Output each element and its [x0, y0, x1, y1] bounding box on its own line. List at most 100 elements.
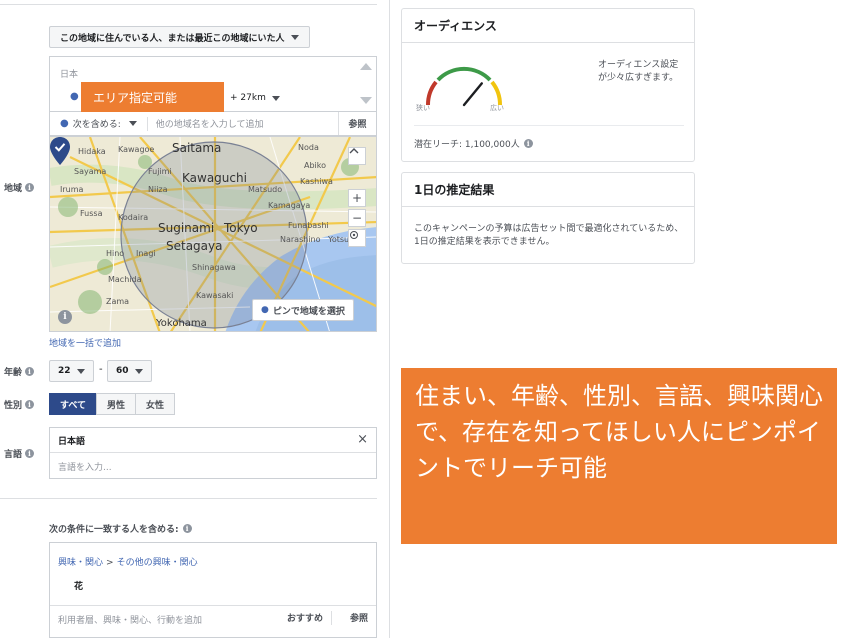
map-label: Iruma	[60, 185, 84, 194]
map-collapse-button[interactable]	[348, 147, 366, 165]
location-search-input[interactable]: 他の地域名を入力して追加	[156, 117, 338, 130]
map-label: Kodaira	[118, 213, 149, 222]
gender-label-text: 性別	[4, 401, 23, 411]
language-selected: 日本語	[58, 437, 86, 447]
zoom-in-button[interactable]: +	[348, 189, 366, 207]
audience-note: オーディエンス設定が少々広すぎます。	[598, 60, 679, 83]
location-label: 地域 i	[4, 181, 35, 194]
map-label: Yotsu	[328, 235, 350, 244]
targeting-panel: この地域に住んでいる人、または最近この地域にいた人 地域 i 日本 ● + 27…	[0, 0, 390, 638]
audience-card: オーディエンス 狭い 広い オーディエンス設定が少々広すぎます。 潜在リーチ: …	[401, 8, 695, 162]
map-label: Fujimi	[148, 167, 172, 176]
gender-female-button[interactable]: 女性	[135, 393, 176, 415]
breadcrumb-item[interactable]: その他の興味・関心	[117, 558, 198, 568]
daily-results-text: このキャンペーンの予算は広告セット間で最適化されているため、1日の推定結果を表示…	[414, 224, 684, 247]
map-label: Inagi	[136, 249, 156, 258]
gender-male-button[interactable]: 男性	[96, 393, 137, 415]
language-input[interactable]: 言語を入力...	[58, 460, 112, 473]
map-label: Niiza	[148, 185, 168, 194]
location-browse-button[interactable]: 参照	[338, 112, 376, 135]
location-country: 日本	[60, 70, 79, 80]
map-label: Tokyo	[224, 221, 258, 235]
audience-title: オーディエンス	[402, 9, 694, 43]
divider	[414, 125, 684, 126]
gauge-wide-label: 広い	[490, 104, 504, 112]
recommend-button[interactable]: おすすめ	[287, 611, 332, 625]
info-icon[interactable]: i	[25, 400, 35, 409]
summary-callout: 住まい、年齢、性別、言語、興味関心で、存在を知ってほしい人にピンポイントでリーチ…	[401, 368, 837, 544]
location-include-row: ● 次を含める: 他の地域名を入力して追加 参照	[49, 112, 377, 136]
map-label: Matsudo	[248, 185, 283, 194]
info-icon[interactable]: i	[25, 183, 35, 192]
scroll-up-icon[interactable]	[360, 63, 372, 70]
radius-dropdown[interactable]: + 27km	[230, 93, 280, 103]
section-divider	[0, 498, 377, 499]
location-type-label: この地域に住んでいる人、または最近この地域にいた人	[60, 33, 285, 44]
info-icon[interactable]: i	[182, 524, 192, 533]
top-divider	[0, 4, 377, 5]
interest-breadcrumb: 興味・関心 > その他の興味・関心	[58, 555, 198, 568]
map-label: Kawasaki	[196, 291, 234, 300]
gender-all-button[interactable]: すべて	[49, 393, 98, 415]
gender-label: 性別 i	[4, 398, 35, 411]
interest-search-input[interactable]: 利用者層、興味・関心、行動を追加	[58, 613, 202, 626]
close-icon[interactable]: ×	[357, 432, 368, 447]
map-label: Kawagoe	[118, 145, 155, 154]
breadcrumb-item[interactable]: 興味・関心	[58, 558, 103, 568]
map-label: Saitama	[172, 141, 222, 155]
age-min-dropdown[interactable]: 22	[49, 360, 94, 382]
map-label: Hino	[106, 249, 125, 258]
pin-icon: ●	[70, 91, 79, 102]
gauge-narrow-label: 狭い	[416, 104, 430, 112]
zoom-out-button[interactable]: −	[348, 209, 366, 227]
chevron-down-icon	[290, 34, 299, 40]
location-label-text: 地域	[4, 184, 23, 194]
map-label: Abiko	[304, 161, 327, 170]
map-label: Narashino	[280, 235, 321, 244]
scroll-down-icon[interactable]	[360, 97, 372, 104]
info-icon[interactable]: i	[25, 449, 35, 458]
chevron-down-icon	[271, 95, 280, 101]
language-box: 日本語 × 言語を入力...	[49, 427, 377, 479]
potential-reach-text: 潜在リーチ: 1,100,000人	[414, 140, 520, 150]
location-map[interactable]: Hidaka Kawagoe Saitama Noda Sayama Fujim…	[49, 136, 377, 332]
include-dropdown-label[interactable]: 次を含める:	[73, 117, 121, 130]
age-label: 年齢 i	[4, 365, 35, 378]
interest-box: 興味・関心 > その他の興味・関心 花 利用者層、興味・関心、行動を追加 おすすめ …	[49, 542, 377, 638]
column-divider	[389, 0, 390, 638]
detailed-targeting-label-text: 次の条件に一致する人を含める:	[49, 525, 179, 535]
map-info-icon[interactable]: i	[58, 310, 72, 324]
age-max-value: 60	[116, 366, 129, 376]
language-label: 言語 i	[4, 447, 35, 460]
chevron-down-icon	[76, 368, 85, 374]
gender-toggle-group: すべて 男性 女性	[49, 393, 176, 415]
daily-results-card: 1日の推定結果 このキャンペーンの予算は広告セット間で最適化されているため、1日…	[401, 172, 695, 264]
interest-browse-button[interactable]: 参照	[350, 611, 368, 624]
detailed-targeting-label: 次の条件に一致する人を含める: i	[49, 522, 192, 535]
map-pin-icon[interactable]	[50, 137, 70, 165]
interest-item: 花	[74, 582, 84, 592]
map-label: Hidaka	[78, 147, 106, 156]
chevron-up-icon	[349, 148, 359, 154]
map-label: Yokohama	[156, 318, 207, 329]
bulk-add-locations-link[interactable]: 地域を一括で追加	[49, 336, 121, 349]
map-label: Zama	[106, 297, 130, 306]
map-label: Shinagawa	[192, 263, 236, 272]
chevron-down-icon[interactable]	[128, 121, 137, 126]
map-label: Funabashi	[288, 221, 329, 230]
map-locate-button[interactable]	[348, 229, 366, 247]
age-max-dropdown[interactable]: 60	[107, 360, 152, 382]
location-type-dropdown[interactable]: この地域に住んでいる人、または最近この地域にいた人	[49, 26, 310, 48]
info-icon[interactable]: i	[523, 139, 533, 148]
map-label: Fussa	[80, 209, 103, 218]
map-label: Kashiwa	[300, 177, 333, 186]
age-min-value: 22	[58, 366, 71, 376]
pin-icon: ●	[60, 118, 69, 129]
breadcrumb-separator: >	[106, 558, 114, 568]
pin-select-button[interactable]: ● ピンで地域を選択	[252, 299, 354, 321]
map-label: Setagaya	[166, 239, 223, 253]
map-label: Noda	[298, 143, 319, 152]
radius-value: + 27km	[230, 93, 266, 103]
info-icon[interactable]: i	[25, 367, 35, 376]
area-callout-tag: エリア指定可能	[81, 82, 224, 112]
